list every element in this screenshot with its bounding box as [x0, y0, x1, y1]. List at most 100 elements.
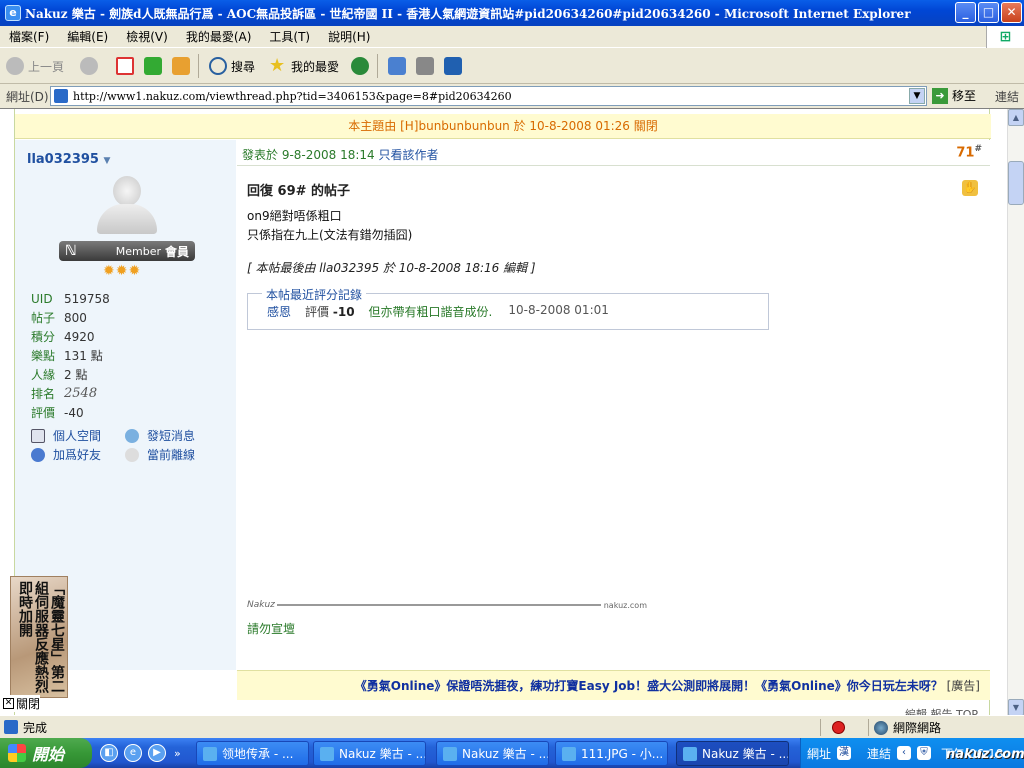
search-button[interactable]: 搜尋 [209, 57, 255, 75]
taskbar-item[interactable]: 111.JPG - 小... [555, 741, 668, 766]
printer-icon [416, 57, 435, 75]
rating-reason: 但亦帶有粗口諧音成份. [368, 305, 493, 319]
stat-value: 2 點 [64, 368, 88, 382]
avatar-head [113, 176, 141, 206]
ie-quicklaunch-icon[interactable]: e [124, 744, 142, 762]
send-message-link[interactable]: 發短消息 [125, 427, 219, 444]
scroll-down-icon[interactable]: ▼ [1008, 699, 1024, 715]
menu-edit[interactable]: 編輯(E) [58, 28, 117, 45]
ie-icon [203, 746, 217, 761]
minimize-button[interactable]: _ [955, 2, 976, 23]
forum-page: 本主題由 [H]bunbunbunbun 於 10-8-2008 01:26 關… [3, 109, 991, 715]
stat-popularity: 人緣 2 點 [31, 365, 110, 384]
document-icon [31, 428, 45, 443]
page-icon [54, 89, 68, 103]
page-done-icon [4, 720, 18, 734]
mail-button[interactable] [388, 57, 410, 75]
taskbar-item[interactable]: Nakuz 樂古 - ... [313, 741, 426, 766]
tray-arrow-icon[interactable]: ‹ [897, 746, 912, 760]
print-button[interactable] [416, 57, 438, 75]
menu-tools[interactable]: 工具(T) [260, 28, 319, 45]
add-friend-link[interactable]: 加爲好友 [31, 446, 125, 463]
browser-viewport: 本主題由 [H]bunbunbunbun 於 10-8-2008 01:26 關… [0, 108, 1024, 715]
history-button[interactable] [351, 57, 373, 75]
favorites-button[interactable]: ★ 我的最愛 [269, 57, 339, 75]
vertical-scrollbar[interactable]: ▲ ▼ [1007, 109, 1024, 715]
ie-icon [443, 746, 457, 761]
stat-label: UID [31, 291, 53, 306]
post-date-line: 發表於 9-8-2008 18:14 只看該作者 [242, 146, 439, 163]
side-ad-close-label: 關閉 [16, 697, 41, 711]
menu-file[interactable]: 檔案(F) [0, 28, 58, 45]
taskbar-item[interactable]: 领地传承 - ... [196, 741, 309, 766]
scroll-thumb[interactable] [1008, 161, 1024, 205]
author-username[interactable]: lla032395 ▼ [27, 152, 110, 167]
toolbar: 上一頁 搜尋 ★ 我的最愛 [0, 49, 1024, 84]
text-ad-link[interactable]: 《勇氣Online》保證唔洗捱夜，練功打寶Easy Job！盛大公測即將展開！《… [355, 679, 943, 693]
search-label: 搜尋 [231, 59, 256, 74]
thread-closed-notice: 本主題由 [H]bunbunbunbun 於 10-8-2008 01:26 關… [15, 114, 991, 139]
menu-view[interactable]: 檢視(V) [117, 28, 177, 45]
show-desktop-icon[interactable]: ◧ [100, 744, 118, 762]
back-button[interactable]: 上一頁 [6, 57, 64, 75]
taskbar-item-active[interactable]: Nakuz 樂古 - ... [676, 741, 789, 766]
stop-button[interactable] [116, 57, 138, 75]
back-arrow-icon [6, 57, 24, 75]
stat-label: 積分 [31, 330, 56, 344]
address-input[interactable]: http://www1.nakuz.com/viewthread.php?tid… [50, 86, 927, 106]
stat-label: 評價 [31, 406, 56, 420]
thumbs-down-icon[interactable]: ✋ [962, 180, 978, 196]
title-bar: e Nakuz 樂古 - 劍族d人既無品行爲 - AOC無品投訴區 - 世紀帝國… [0, 0, 1024, 26]
tray-address-toolbar[interactable]: 網址 [807, 745, 831, 762]
author-only-link[interactable]: 只看該作者 [379, 148, 439, 162]
address-url: http://www1.nakuz.com/viewthread.php?tid… [73, 89, 512, 103]
address-label: 網址(D) [6, 89, 49, 104]
forward-button[interactable] [80, 57, 102, 75]
personal-space-link[interactable]: 個人空間 [31, 427, 125, 444]
post-number[interactable]: 71# [956, 144, 982, 160]
author-stats: UID 519758 帖子 800 積分 4920 樂點 131 點 人緣 2 … [31, 289, 110, 422]
windows-logo-icon: ⊞ [986, 26, 1024, 48]
post-footer-links[interactable]: 編輯 報告 TOP [905, 706, 978, 715]
links-button[interactable]: 連結 [995, 88, 1019, 105]
stat-value: 2548 [64, 386, 98, 401]
menu-favorites[interactable]: 我的最愛(A) [177, 28, 261, 45]
go-arrow-icon: ➜ [932, 87, 948, 104]
stat-posts: 帖子 800 [31, 308, 110, 327]
author-links-row: 個人空間 發短消息 [31, 426, 231, 445]
media-player-icon[interactable]: ▶ [148, 744, 166, 762]
status-zone: 網際網路 [868, 719, 1024, 736]
stop-icon [116, 57, 135, 75]
text-ad-bar: 《勇氣Online》保證唔洗捱夜，練功打寶Easy Job！盛大公測即將展開！《… [237, 670, 990, 700]
avatar-body [97, 204, 157, 234]
home-button[interactable] [172, 57, 194, 75]
blocked-icon [832, 721, 845, 734]
ime-icon[interactable]: 漢 [837, 746, 852, 760]
go-button[interactable]: ➜ 移至 [932, 87, 976, 104]
start-button[interactable]: 開始 [0, 738, 92, 768]
ie-icon: e [5, 5, 21, 21]
menu-help[interactable]: 說明(H) [319, 28, 379, 45]
security-shield-icon[interactable]: ⛨ [917, 746, 932, 760]
quick-launch-more[interactable]: » [174, 747, 181, 760]
rating-score-value: -10 [332, 305, 355, 319]
stat-rating: 評價 -40 [31, 403, 110, 422]
scroll-up-icon[interactable]: ▲ [1008, 109, 1024, 126]
edit-page-button[interactable] [444, 57, 466, 75]
tray-links-toolbar[interactable]: 連結 [867, 745, 891, 762]
ad-tag: [廣告] [946, 679, 980, 693]
close-button[interactable]: ✕ [1001, 2, 1022, 23]
address-dropdown-icon[interactable]: ▼ [909, 88, 925, 104]
side-ad-banner[interactable]: 「魔靈七星」第二組伺服器反應熱烈 即時加開 [10, 576, 68, 698]
signature-site: nakuz.com [603, 600, 647, 610]
refresh-button[interactable] [144, 57, 166, 75]
rating-user[interactable]: 感恩 [267, 303, 291, 320]
maximize-button[interactable]: □ [978, 2, 999, 23]
taskbar-item[interactable]: Nakuz 樂古 - ... [436, 741, 549, 766]
taskbar: 開始 ◧ e ▶ » 领地传承 - ... Nakuz 樂古 - ... Nak… [0, 738, 1024, 768]
taskbar-item-label: Nakuz 樂古 - ... [702, 747, 789, 761]
side-ad-close-button[interactable]: ✕ 關閉 [3, 695, 41, 712]
taskbar-item-label: 111.JPG - 小... [581, 747, 664, 761]
start-label: 開始 [32, 745, 65, 764]
stat-label: 排名 [31, 387, 56, 401]
